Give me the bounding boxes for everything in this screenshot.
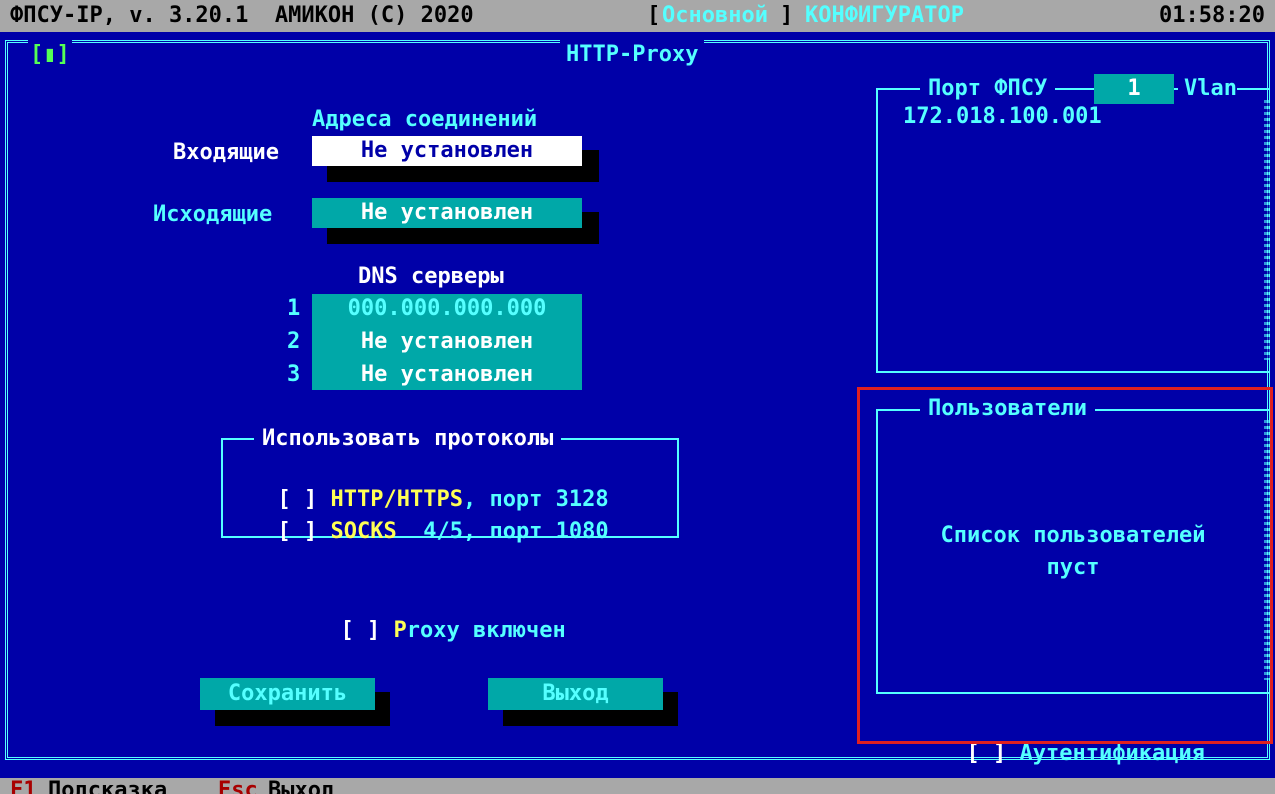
outgoing-label: Исходящие [153,202,273,227]
socks-checkbox[interactable]: [ ] [278,519,318,544]
dns-index-3: 3 [287,362,301,387]
mode-bracket-open: [ [647,3,661,28]
window-control-button[interactable]: [▮] [28,40,72,70]
proxy-enabled-checkbox[interactable]: [ ] [341,618,381,643]
outgoing-address-field[interactable]: Не установлен [312,198,582,228]
proxy-enabled-option[interactable]: [ ] Proxy включен [314,586,566,646]
addresses-heading: Адреса соединений [312,107,538,132]
exit-button[interactable]: Выход [488,678,663,710]
dns-server-2-field[interactable]: Не установлен [312,327,582,357]
proxy-hotkey-letter: P [393,618,407,643]
highlight-box [857,387,1273,744]
port-number-field[interactable]: 1 [1094,74,1174,104]
protocols-heading: Использовать протоколы [254,424,562,454]
dns-server-3-field[interactable]: Не установлен [312,360,582,390]
authentication-label: Аутентификация [1019,741,1205,766]
save-button[interactable]: Сохранить [200,678,375,710]
f1-key[interactable]: F1 [10,778,37,794]
dns-index-2: 2 [287,329,301,354]
window-title: HTTP-Proxy [560,40,705,70]
f1-label: Подсказка [48,778,168,794]
socks-port-text: 4/5, порт 1080 [396,519,609,544]
protocol-socks-option[interactable]: [ ] SOCKS 4/5, порт 1080 [251,487,609,547]
bottom-help-bar: F1 Подсказка Esc Выход [0,778,1275,794]
esc-key[interactable]: Esc [218,778,258,794]
mode-bracket-close: ] [780,3,807,28]
esc-label: Выход [268,778,335,794]
port-panel-scrollbar[interactable] [1264,100,1270,360]
authentication-checkbox[interactable]: [ ] [967,741,1007,766]
clock: 01:58:20 [1159,3,1265,28]
proxy-enabled-label: roxy включен [406,618,566,643]
socks-protocol-name: SOCKS [330,519,397,544]
dns-heading: DNS серверы [358,264,504,289]
port-address-item[interactable]: 172.018.100.001 [903,102,1102,132]
incoming-label: Входящие [173,140,279,165]
top-status-bar: ФПСУ-IP, v. 3.20.1 АМИКОН (С) 2020 [ Осн… [0,0,1275,32]
incoming-address-field[interactable]: Не установлен [312,136,582,166]
configurator-label: КОНФИГУРАТОР [805,3,964,28]
mode-indicator: Основной [662,3,768,28]
app-title: ФПСУ-IP, v. 3.20.1 АМИКОН (С) 2020 [10,3,487,28]
dns-server-1-field[interactable]: 000.000.000.000 [312,294,582,324]
dns-index-1: 1 [287,296,301,321]
vlan-label: Vlan [1178,74,1237,104]
port-label: Порт ФПСУ [920,74,1056,104]
